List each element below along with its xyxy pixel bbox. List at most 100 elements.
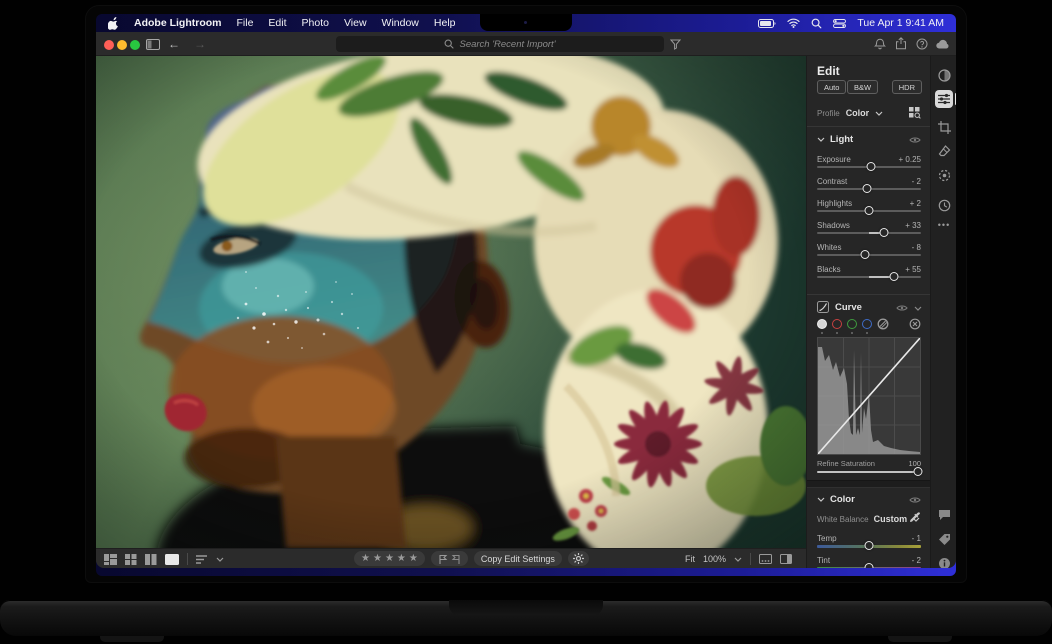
menu-view[interactable]: View xyxy=(344,17,367,29)
shadows-slider[interactable] xyxy=(817,232,921,234)
zoom-chevron-icon[interactable] xyxy=(734,549,742,568)
sort-icon[interactable] xyxy=(196,549,208,568)
close-button[interactable] xyxy=(104,40,114,50)
wifi-icon[interactable] xyxy=(787,18,800,28)
share-icon[interactable] xyxy=(895,37,907,50)
browse-profiles-icon[interactable] xyxy=(909,107,921,119)
menu-help[interactable]: Help xyxy=(434,17,456,29)
tone-curve-graph[interactable] xyxy=(817,337,921,455)
zoom-level[interactable]: 100% xyxy=(703,554,726,564)
curve-channel-green[interactable] xyxy=(847,319,857,329)
contrast-slider[interactable] xyxy=(817,188,921,190)
before-after-icon[interactable] xyxy=(780,549,792,568)
slider-handle[interactable] xyxy=(889,272,898,281)
help-icon[interactable] xyxy=(916,38,928,50)
exposure-slider[interactable] xyxy=(817,166,921,168)
slider-handle[interactable] xyxy=(865,563,874,568)
tint-slider[interactable] xyxy=(817,567,921,568)
edit-sliders-icon[interactable] xyxy=(935,90,953,108)
sidebar-toggle-icon[interactable] xyxy=(146,39,160,50)
curve-channel-luma[interactable] xyxy=(817,319,827,329)
zoom-button[interactable] xyxy=(130,40,140,50)
reject-flag-icon[interactable] xyxy=(451,554,461,564)
pick-flag-icon[interactable] xyxy=(438,554,448,564)
slider-handle[interactable] xyxy=(913,467,922,476)
curve-section-header[interactable]: Curve xyxy=(817,301,862,313)
slider-handle[interactable] xyxy=(862,184,871,193)
color-visibility-eye-icon[interactable] xyxy=(909,496,921,504)
star-icon[interactable]: ★ xyxy=(397,554,406,564)
bw-button[interactable]: B&W xyxy=(847,80,878,94)
curve-visibility-eye-icon[interactable] xyxy=(896,304,908,312)
compare-view-icon[interactable] xyxy=(145,549,157,568)
blacks-slider[interactable] xyxy=(817,276,921,278)
curve-target-icon[interactable] xyxy=(909,318,921,330)
copy-edit-settings-button[interactable]: Copy Edit Settings xyxy=(474,551,562,566)
temp-slider[interactable] xyxy=(817,545,921,548)
highlights-slider[interactable] xyxy=(817,210,921,212)
menu-app[interactable]: Adobe Lightroom xyxy=(134,17,222,29)
search-icon xyxy=(444,39,454,49)
photo-canvas[interactable] xyxy=(96,56,806,548)
channel-dot xyxy=(851,332,853,334)
menu-edit[interactable]: Edit xyxy=(268,17,286,29)
spotlight-search-icon[interactable] xyxy=(811,18,822,29)
healing-icon[interactable] xyxy=(935,142,953,160)
menu-file[interactable]: File xyxy=(237,17,254,29)
white-balance-value[interactable]: Custom xyxy=(874,514,908,524)
color-section-header[interactable]: Color xyxy=(817,494,855,505)
auto-button[interactable]: Auto xyxy=(817,80,846,94)
more-options-icon[interactable]: ••• xyxy=(935,216,953,234)
star-icon[interactable]: ★ xyxy=(385,554,394,564)
sort-chevron-icon[interactable] xyxy=(216,549,224,568)
exposure-slider-row: Exposure + 0.25 xyxy=(817,155,921,175)
profile-value[interactable]: Color xyxy=(846,108,870,118)
forward-arrow-icon[interactable]: → xyxy=(194,38,206,50)
filmstrip-toggle-icon[interactable] xyxy=(759,549,772,568)
fit-label[interactable]: Fit xyxy=(685,554,695,564)
cloud-sync-icon[interactable] xyxy=(936,39,950,49)
comments-icon[interactable] xyxy=(935,506,953,524)
menu-window[interactable]: Window xyxy=(382,17,419,29)
photo-grid-view-icon[interactable] xyxy=(104,549,117,568)
light-visibility-eye-icon[interactable] xyxy=(909,136,921,144)
menu-photo[interactable]: Photo xyxy=(302,17,329,29)
control-center-icon[interactable] xyxy=(833,19,846,28)
star-rating[interactable]: ★★★★★ xyxy=(354,551,425,566)
minimize-button[interactable] xyxy=(117,40,127,50)
profile-chevron-icon[interactable] xyxy=(875,111,883,116)
square-grid-view-icon[interactable] xyxy=(125,549,137,568)
info-icon[interactable] xyxy=(935,554,953,568)
curve-channel-parametric[interactable] xyxy=(877,318,889,330)
settings-gear-button[interactable] xyxy=(568,551,589,566)
star-icon[interactable]: ★ xyxy=(409,554,418,564)
back-arrow-icon[interactable]: ← xyxy=(168,38,180,50)
refine-saturation-slider[interactable] xyxy=(817,471,921,473)
eyedropper-icon[interactable] xyxy=(909,512,921,524)
slider-handle[interactable] xyxy=(867,162,876,171)
apple-menu-icon[interactable] xyxy=(108,17,119,30)
keywords-tag-icon[interactable] xyxy=(935,530,953,548)
curve-collapse-chevron-icon[interactable] xyxy=(914,306,922,311)
versions-clock-icon[interactable] xyxy=(935,196,953,214)
slider-handle[interactable] xyxy=(865,541,874,550)
slider-handle[interactable] xyxy=(879,228,888,237)
presets-icon[interactable] xyxy=(935,66,953,84)
masking-icon[interactable] xyxy=(935,166,953,184)
menubar-clock[interactable]: Tue Apr 1 9:41 AM xyxy=(857,17,944,29)
star-icon[interactable]: ★ xyxy=(373,554,382,564)
slider-handle[interactable] xyxy=(865,206,874,215)
battery-icon[interactable] xyxy=(758,19,776,28)
crop-icon[interactable] xyxy=(935,118,953,136)
notifications-bell-icon[interactable] xyxy=(874,38,886,50)
slider-handle[interactable] xyxy=(860,250,869,259)
filter-icon[interactable] xyxy=(670,39,681,50)
curve-channel-red[interactable] xyxy=(832,319,842,329)
light-section-header[interactable]: Light xyxy=(817,134,853,145)
detail-view-icon[interactable] xyxy=(165,549,179,568)
search-input[interactable]: Search 'Recent Import' xyxy=(336,36,664,52)
star-icon[interactable]: ★ xyxy=(361,554,370,564)
hdr-button[interactable]: HDR xyxy=(892,80,922,94)
whites-slider[interactable] xyxy=(817,254,921,256)
curve-channel-blue[interactable] xyxy=(862,319,872,329)
